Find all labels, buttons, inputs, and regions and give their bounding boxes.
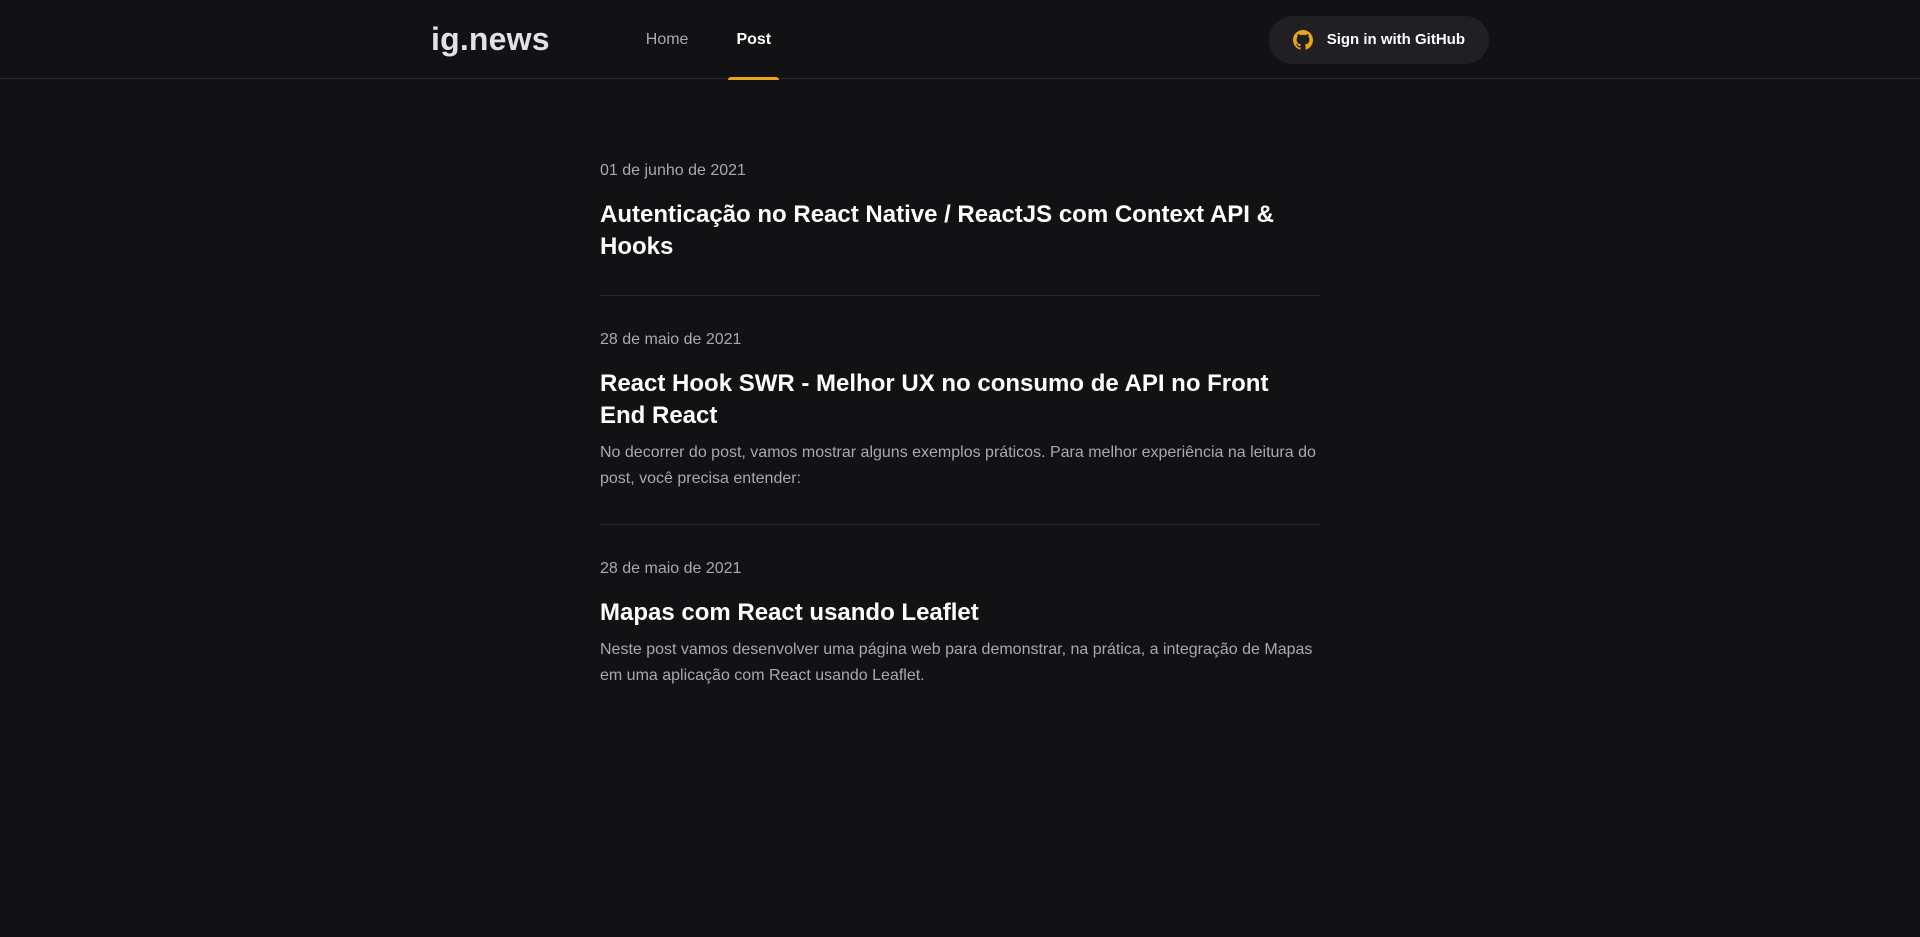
post-excerpt: Neste post vamos desenvolver uma página …: [600, 641, 1313, 684]
sign-in-label: Sign in with GitHub: [1326, 31, 1465, 48]
main-nav: Home Post: [638, 0, 811, 80]
sign-in-github-button[interactable]: Sign in with GitHub: [1268, 15, 1489, 64]
post-title[interactable]: Mapas com React usando Leaflet: [600, 597, 1320, 629]
post-item[interactable]: 28 de maio de 2021 Mapas com React usand…: [600, 557, 1320, 721]
nav-link-post[interactable]: Post: [728, 0, 779, 80]
site-header: ig.news Home Post Sign in with GitHub: [0, 0, 1920, 80]
post-excerpt: No decorrer do post, vamos mostrar algun…: [600, 444, 1316, 487]
github-icon: [1292, 29, 1313, 50]
post-date: 28 de maio de 2021: [600, 560, 742, 577]
post-item[interactable]: 28 de maio de 2021 React Hook SWR - Melh…: [600, 328, 1320, 525]
header-content: ig.news Home Post Sign in with GitHub: [431, 0, 1489, 80]
nav-link-home[interactable]: Home: [638, 0, 697, 79]
post-date: 01 de junho de 2021: [600, 162, 746, 179]
post-title[interactable]: Autenticação no React Native / ReactJS c…: [600, 199, 1320, 263]
posts-list: 01 de junho de 2021 Autenticação no Reac…: [600, 79, 1320, 721]
logo[interactable]: ig.news: [431, 21, 550, 58]
post-item[interactable]: 01 de junho de 2021 Autenticação no Reac…: [600, 159, 1320, 296]
post-title[interactable]: React Hook SWR - Melhor UX no consumo de…: [600, 368, 1320, 432]
post-date: 28 de maio de 2021: [600, 331, 742, 348]
